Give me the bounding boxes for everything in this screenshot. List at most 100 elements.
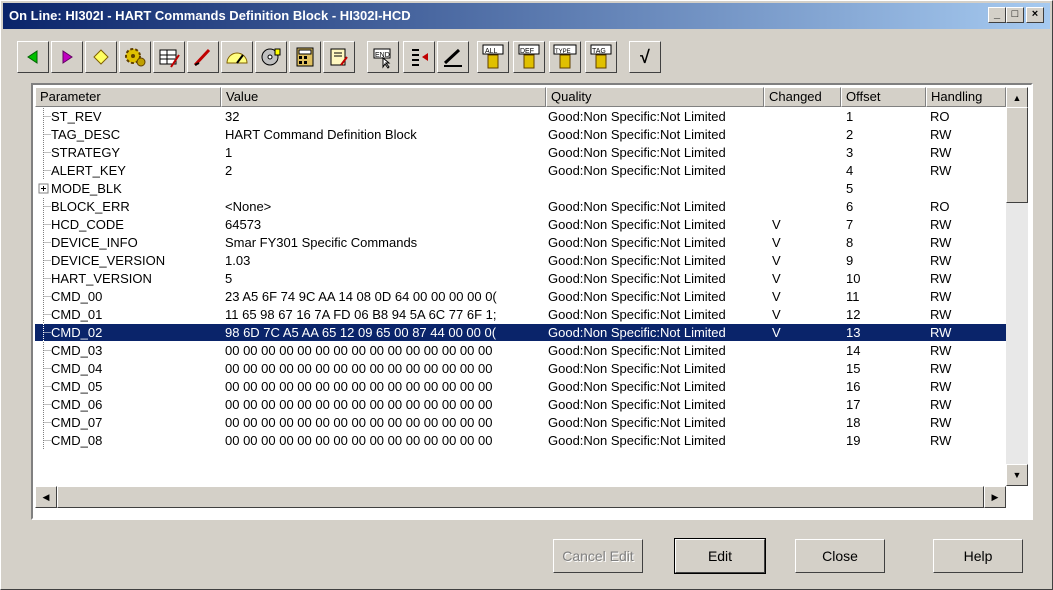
list-arrow-button[interactable]: [403, 41, 435, 73]
table-row[interactable]: ALERT_KEY 2 Good:Non Specific:Not Limited 4…: [35, 162, 1006, 179]
cell-quality: Good:Non Specific:Not Limited: [548, 361, 726, 376]
gauge-button[interactable]: [221, 41, 253, 73]
diamond-button[interactable]: [85, 41, 117, 73]
cell-changed: [772, 108, 842, 125]
arrow-left-icon: [27, 50, 38, 64]
column-header-quality[interactable]: Quality: [546, 87, 764, 107]
cell-changed: V: [772, 289, 781, 304]
cell-handling: RO: [930, 199, 950, 214]
scroll-button[interactable]: [323, 41, 355, 73]
cell-changed: V: [772, 253, 781, 268]
tree-line-icon: [37, 126, 51, 143]
filter-def-button[interactable]: DEF: [513, 41, 545, 73]
maximize-button[interactable]: □: [1006, 7, 1024, 23]
cell-handling: RW: [930, 271, 952, 286]
column-header-offset[interactable]: Offset: [841, 87, 926, 107]
table-row[interactable]: CMD_02 98 6D 7C A5 AA 65 12 09 65 00 87 4…: [35, 324, 1006, 341]
cell-value: 1: [225, 145, 233, 160]
expand-icon[interactable]: [37, 180, 51, 197]
cell-offset: 8: [846, 235, 854, 250]
edit-button[interactable]: Edit: [674, 538, 766, 574]
cell-quality: Good:Non Specific:Not Limited: [548, 397, 726, 412]
cell-handling: RW: [930, 379, 952, 394]
gauge-icon: [226, 52, 248, 64]
minimize-button[interactable]: _: [988, 7, 1006, 23]
table-row[interactable]: CMD_05 00 00 00 00 00 00 00 00 00 00 00 0…: [35, 378, 1006, 395]
cell-changed: V: [772, 271, 781, 286]
scroll-left-button[interactable]: ◀: [35, 486, 57, 508]
table-row[interactable]: ST_REV 32 Good:Non Specific:Not Limited 1 RO: [35, 108, 1006, 125]
table-row[interactable]: HCD_CODE 64573 Good:Non Specific:Not Limit…: [35, 216, 1006, 233]
checkmark-icon: √: [640, 46, 650, 67]
table-row[interactable]: DEVICE_VERSION 1.03 Good:Non Specific:Not …: [35, 252, 1006, 269]
gears-button[interactable]: [119, 41, 151, 73]
close-window-button[interactable]: ×: [1026, 7, 1044, 23]
table-row[interactable]: CMD_03 00 00 00 00 00 00 00 00 00 00 00 0…: [35, 342, 1006, 359]
cell-quality: Good:Non Specific:Not Limited: [548, 217, 726, 232]
cell-handling: RW: [930, 217, 952, 232]
table-row[interactable]: BLOCK_ERR <None> Good:Non Specific:Not Lim…: [35, 198, 1006, 215]
disk-icon: [261, 48, 281, 66]
back-button[interactable]: [17, 41, 49, 73]
cell-parameter: CMD_07: [51, 415, 103, 430]
scroll-up-button[interactable]: ▲: [1006, 87, 1028, 109]
apply-button[interactable]: √: [629, 41, 661, 73]
filter-tag-button[interactable]: TAG: [585, 41, 617, 73]
table-row[interactable]: TAG_DESC HART Command Definition Block Goo…: [35, 126, 1006, 143]
table-row[interactable]: DEVICE_INFO Smar FY301 Specific Commands G…: [35, 234, 1006, 251]
close-button[interactable]: Close: [795, 539, 885, 573]
cell-quality: Good:Non Specific:Not Limited: [548, 343, 726, 358]
cell-changed: [772, 378, 842, 395]
scroll-down-button[interactable]: ▼: [1006, 464, 1028, 486]
column-header-changed[interactable]: Changed: [764, 87, 841, 107]
column-header-value[interactable]: Value: [221, 87, 546, 107]
cell-offset: 5: [846, 181, 854, 196]
cell-value: <None>: [225, 199, 272, 214]
table-row[interactable]: CMD_00 23 A5 6F 74 9C AA 14 08 0D 64 00 0…: [35, 288, 1006, 305]
table-row[interactable]: MODE_BLK 5: [35, 180, 1006, 197]
column-header-handling[interactable]: Handling: [926, 87, 1006, 107]
end-cursor-icon: END: [373, 48, 391, 69]
cell-offset: 10: [846, 271, 861, 286]
filter-type-button[interactable]: TYPE: [549, 41, 581, 73]
column-header-parameter[interactable]: Parameter: [35, 87, 221, 107]
cell-parameter: DEVICE_INFO: [51, 235, 138, 250]
cell-handling: RW: [930, 253, 952, 268]
cell-changed: [772, 126, 842, 143]
forward-button[interactable]: [51, 41, 83, 73]
pen-icon: [193, 48, 211, 67]
scroll-right-button[interactable]: ▶: [984, 486, 1006, 508]
pen-button[interactable]: [187, 41, 219, 73]
cell-handling: RW: [930, 397, 952, 412]
cell-quality: Good:Non Specific:Not Limited: [548, 253, 726, 268]
scroll-thumb[interactable]: [1006, 107, 1028, 203]
table-row[interactable]: CMD_06 00 00 00 00 00 00 00 00 00 00 00 0…: [35, 396, 1006, 413]
filter-all-button[interactable]: ALL: [477, 41, 509, 73]
title-bar[interactable]: On Line: HI302I - HART Commands Definiti…: [3, 3, 1050, 29]
vertical-scrollbar[interactable]: ▲ ▼: [1006, 87, 1028, 486]
cell-changed: V: [772, 325, 781, 340]
table-row[interactable]: CMD_07 00 00 00 00 00 00 00 00 00 00 00 0…: [35, 414, 1006, 431]
table-row[interactable]: STRATEGY 1 Good:Non Specific:Not Limited 3 R…: [35, 144, 1006, 161]
end-button[interactable]: END: [367, 41, 399, 73]
cell-value: 23 A5 6F 74 9C AA 14 08 0D 64 00 00 00 0…: [225, 289, 497, 304]
table-edit-button[interactable]: [153, 41, 185, 73]
cancel-edit-button[interactable]: Cancel Edit: [553, 539, 643, 573]
table-row[interactable]: CMD_04 00 00 00 00 00 00 00 00 00 00 00 0…: [35, 360, 1006, 377]
tree-line-icon: [37, 252, 51, 269]
disk-button[interactable]: [255, 41, 287, 73]
cell-offset: 9: [846, 253, 854, 268]
table-row[interactable]: HART_VERSION 5 Good:Non Specific:Not Limit…: [35, 270, 1006, 287]
horizontal-scrollbar[interactable]: ◀ ▶: [35, 486, 1006, 508]
cell-quality: Good:Non Specific:Not Limited: [548, 325, 726, 340]
cell-handling: RW: [930, 343, 952, 358]
cell-offset: 18: [846, 415, 861, 430]
help-button[interactable]: Help: [933, 539, 1023, 573]
horizontal-scroll-thumb[interactable]: [57, 486, 984, 508]
calculator-button[interactable]: [289, 41, 321, 73]
cell-value: 00 00 00 00 00 00 00 00 00 00 00 00 00 0…: [225, 397, 493, 412]
cell-changed: [772, 360, 842, 377]
table-row[interactable]: CMD_01 11 65 98 67 16 7A FD 06 B8 94 5A 6…: [35, 306, 1006, 323]
table-row[interactable]: CMD_08 00 00 00 00 00 00 00 00 00 00 00 0…: [35, 432, 1006, 449]
pencil-edit-button[interactable]: [437, 41, 469, 73]
